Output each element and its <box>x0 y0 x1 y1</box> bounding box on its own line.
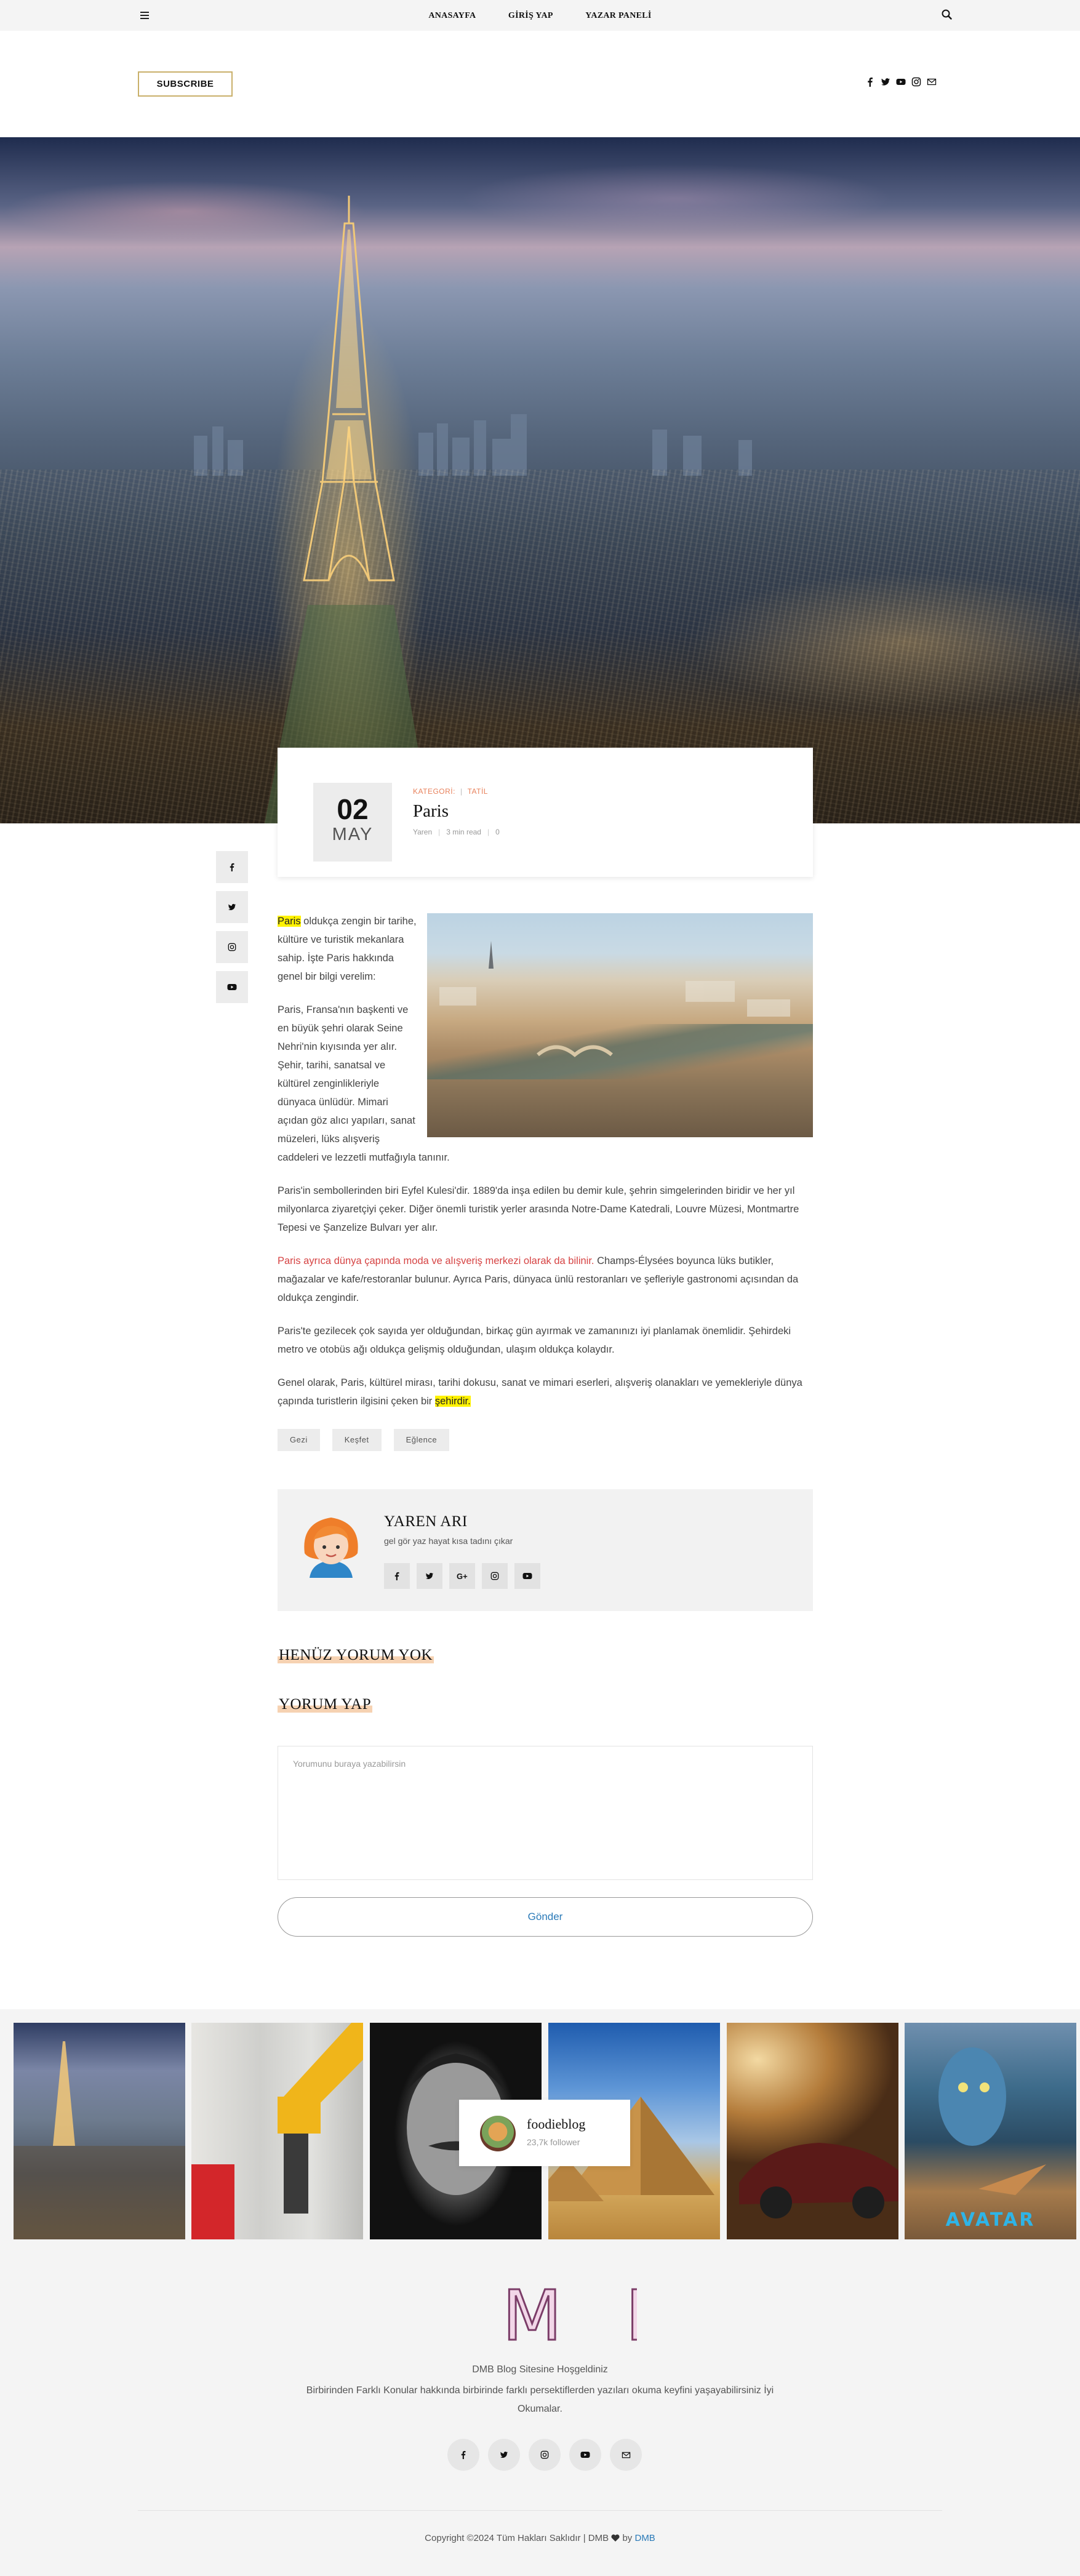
insta-thumb-robot-arm[interactable] <box>191 2023 363 2239</box>
copyright: Copyright ©2024 Tüm Hakları Saklıdır | D… <box>425 2533 655 2543</box>
share-instagram-icon[interactable] <box>216 931 248 963</box>
tag-gezi[interactable]: Gezi <box>278 1429 320 1451</box>
avatar-movie-caption: AVATAR <box>945 2209 1036 2231</box>
site-header: SUBSCRIBE <box>0 31 1080 137</box>
post-day: 02 <box>337 793 369 825</box>
author-social-links: G+ <box>384 1563 540 1589</box>
share-twitter-icon[interactable] <box>216 891 248 923</box>
submit-comment-button[interactable]: Gönder <box>278 1897 813 1937</box>
article-image-paris-seine <box>427 913 813 1137</box>
write-comment-heading: YORUM YAP <box>278 1696 373 1713</box>
youtube-icon[interactable] <box>569 2439 601 2471</box>
category-label: KATEGORİ: <box>413 787 455 796</box>
post-meta: Yaren | 3 min read | 0 <box>413 828 500 836</box>
google-plus-icon[interactable]: G+ <box>449 1563 475 1589</box>
main-menu: ANASAYFA GİRİŞ YAP YAZAR PANELİ <box>0 10 1080 21</box>
youtube-icon[interactable] <box>514 1563 540 1589</box>
mail-icon[interactable] <box>927 77 937 87</box>
author-bio: gel gör yaz hayat kısa tadını çıkar <box>384 1536 513 1546</box>
post-date-box: 02 MAY <box>313 783 392 862</box>
nav-link-author-panel[interactable]: YAZAR PANELİ <box>585 11 651 20</box>
search-icon[interactable] <box>940 7 954 22</box>
share-facebook-icon[interactable] <box>216 851 248 883</box>
twitter-icon[interactable] <box>488 2439 520 2471</box>
twitter-icon[interactable] <box>881 77 890 87</box>
no-comments-heading: HENÜZ YORUM YOK <box>278 1647 434 1663</box>
header-social-links <box>865 77 937 87</box>
tag-kesfet[interactable]: Keşfet <box>332 1429 382 1451</box>
article-paragraph-6: Genel olarak, Paris, kültürel mirası, ta… <box>278 1377 802 1407</box>
instagram-avatar <box>480 2116 516 2151</box>
instagram-icon[interactable] <box>482 1563 508 1589</box>
footer-description: Birbirinden Farklı Konular hakkında birb… <box>306 2385 774 2414</box>
insta-thumb-car[interactable] <box>727 2023 898 2239</box>
heart-icon <box>611 2534 620 2542</box>
footer-welcome: DMB Blog Sitesine Hoşgeldiniz <box>472 2364 608 2375</box>
highlight-paris: Paris <box>278 916 301 927</box>
category-link[interactable]: TATİL <box>468 787 488 796</box>
article-paragraph-4: Paris ayrıca dünya çapında moda ve alışv… <box>278 1255 799 1303</box>
author-name: YAREN ARI <box>384 1513 468 1530</box>
article-paragraph-3: Paris'in sembollerinden biri Eyfel Kules… <box>278 1185 799 1233</box>
mail-icon[interactable] <box>610 2439 642 2471</box>
author-avatar <box>304 1518 358 1578</box>
instagram-icon[interactable] <box>529 2439 561 2471</box>
article-body: Paris oldukça zengin bir tarihe, kültüre… <box>278 912 813 1425</box>
post-month: MAY <box>332 825 374 844</box>
post-comment-count[interactable]: 0 <box>495 828 500 836</box>
post-category: KATEGORİ: | TATİL <box>413 787 488 796</box>
instagram-username: foodieblog <box>527 2116 586 2132</box>
post-header-card: 02 MAY KATEGORİ: | TATİL Paris Yaren | 3 min… <box>278 748 813 877</box>
dmb-logo[interactable]: D M B <box>443 2282 637 2350</box>
post-author[interactable]: Yaren <box>413 828 432 836</box>
top-navbar: ANASAYFA GİRİŞ YAP YAZAR PANELİ <box>0 0 1080 31</box>
footer-divider <box>138 2510 942 2511</box>
highlight-sehirdir: şehirdir. <box>434 1396 471 1407</box>
nav-link-home[interactable]: ANASAYFA <box>428 11 476 20</box>
subscribe-button[interactable]: SUBSCRIBE <box>138 71 233 97</box>
facebook-icon[interactable] <box>447 2439 479 2471</box>
facebook-icon[interactable] <box>865 77 875 87</box>
post-read-time: 3 min read <box>446 828 481 836</box>
comment-textarea[interactable] <box>278 1746 813 1880</box>
tag-eglence[interactable]: Eğlence <box>393 1429 450 1451</box>
instagram-icon[interactable] <box>911 77 921 87</box>
insta-thumb-avatar-movie[interactable]: AVATAR <box>905 2023 1076 2239</box>
footer-social-links <box>447 2439 642 2471</box>
post-tags: Gezi Keşfet Eğlence <box>278 1429 450 1451</box>
author-box: YAREN ARI gel gör yaz hayat kısa tadını … <box>278 1489 813 1611</box>
article-paragraph-5: Paris'te gezilecek çok sayıda yer olduğu… <box>278 1326 791 1355</box>
copyright-link[interactable]: DMB <box>634 2533 655 2543</box>
share-buttons <box>216 851 248 1011</box>
hero-image-paris <box>0 137 1080 823</box>
svg-text:G+: G+ <box>457 1572 468 1580</box>
svg-text:D M B: D M B <box>443 2282 637 2350</box>
post-title: Paris <box>413 801 449 821</box>
insta-thumb-paris[interactable] <box>14 2023 185 2239</box>
instagram-followers: 23,7k follower <box>527 2137 580 2147</box>
share-youtube-icon[interactable] <box>216 971 248 1003</box>
twitter-icon[interactable] <box>417 1563 442 1589</box>
facebook-icon[interactable] <box>384 1563 410 1589</box>
nav-link-login[interactable]: GİRİŞ YAP <box>508 11 553 20</box>
red-text: Paris ayrıca dünya çapında moda ve alışv… <box>278 1255 594 1266</box>
youtube-icon[interactable] <box>896 77 906 87</box>
instagram-profile-card[interactable]: foodieblog 23,7k follower <box>459 2100 630 2166</box>
